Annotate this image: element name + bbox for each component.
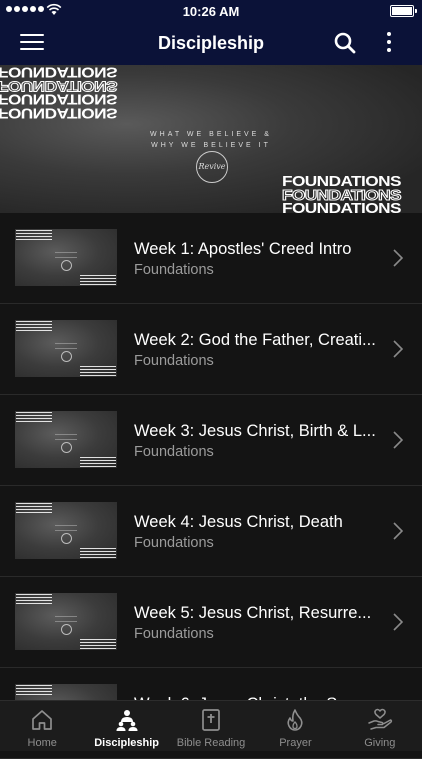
discipleship-icon [116,710,138,731]
hero-foundations-stack-bottom: FOUNDATIONS FOUNDATIONS FOUNDATIONS FOUN… [281,173,402,213]
page-title: Discipleship [157,33,265,53]
home-icon [32,710,53,730]
giving-hand-icon [368,708,392,730]
status-bar: 10:26 AM [0,0,422,22]
lesson-list: Week 1: Apostles' Creed Intro Foundation… [0,213,422,759]
hero-tagline: WHAT WE BELIEVE & WHY WE BELIEVE IT [150,131,272,149]
chevron-right-icon [393,340,403,358]
list-item-title: Week 2: God the Father, Creati... [134,331,376,349]
tab-giving[interactable]: Giving [338,701,422,751]
list-item-subtitle: Foundations [134,444,214,460]
hero-banner: FOUNDATIONS FOUNDATIONS FOUNDATIONS FOUN… [0,65,422,213]
bible-icon [202,709,220,731]
tab-home[interactable]: Home [0,701,84,751]
list-item-title: Week 1: Apostles' Creed Intro [134,240,352,258]
list-item[interactable]: Week 2: God the Father, Creati... Founda… [0,304,422,395]
chevron-right-icon [393,431,403,449]
chevron-right-icon [393,249,403,267]
hero-foundations-stack-top: FOUNDATIONS FOUNDATIONS FOUNDATIONS FOUN… [0,65,117,121]
list-item-subtitle: Foundations [134,262,214,278]
list-item[interactable]: Week 4: Jesus Christ, Death Foundations [0,486,422,577]
lesson-thumbnail [15,502,117,559]
list-item-subtitle: Foundations [134,535,214,551]
nav-bar: Discipleship [0,22,422,65]
lesson-thumbnail [15,593,117,650]
tab-prayer[interactable]: Prayer [253,701,337,751]
list-item-title: Week 4: Jesus Christ, Death [134,513,343,531]
chevron-right-icon [393,613,403,631]
tab-bible-reading[interactable]: Bible Reading [169,701,253,751]
more-vertical-icon[interactable] [384,32,394,56]
battery-icon [390,5,417,17]
list-item-subtitle: Foundations [134,626,214,642]
tab-bar: Home Discipleship Bible Reading Prayer G… [0,700,422,751]
list-item-subtitle: Foundations [134,353,214,369]
lesson-thumbnail [15,320,117,377]
list-item[interactable]: Week 5: Jesus Christ, Resurre... Foundat… [0,577,422,668]
list-item[interactable]: Week 1: Apostles' Creed Intro Foundation… [0,213,422,304]
search-icon[interactable] [334,32,356,54]
list-item-title: Week 3: Jesus Christ, Birth & L... [134,422,376,440]
flame-icon [287,709,304,731]
tab-discipleship[interactable]: Discipleship [84,701,168,751]
lesson-thumbnail [15,229,117,286]
list-item-title: Week 5: Jesus Christ, Resurre... [134,604,372,622]
revive-logo: Revive [196,151,228,183]
status-time: 10:26 AM [182,4,240,19]
chevron-right-icon [393,522,403,540]
list-item[interactable]: Week 3: Jesus Christ, Birth & L... Found… [0,395,422,486]
lesson-thumbnail [15,411,117,468]
